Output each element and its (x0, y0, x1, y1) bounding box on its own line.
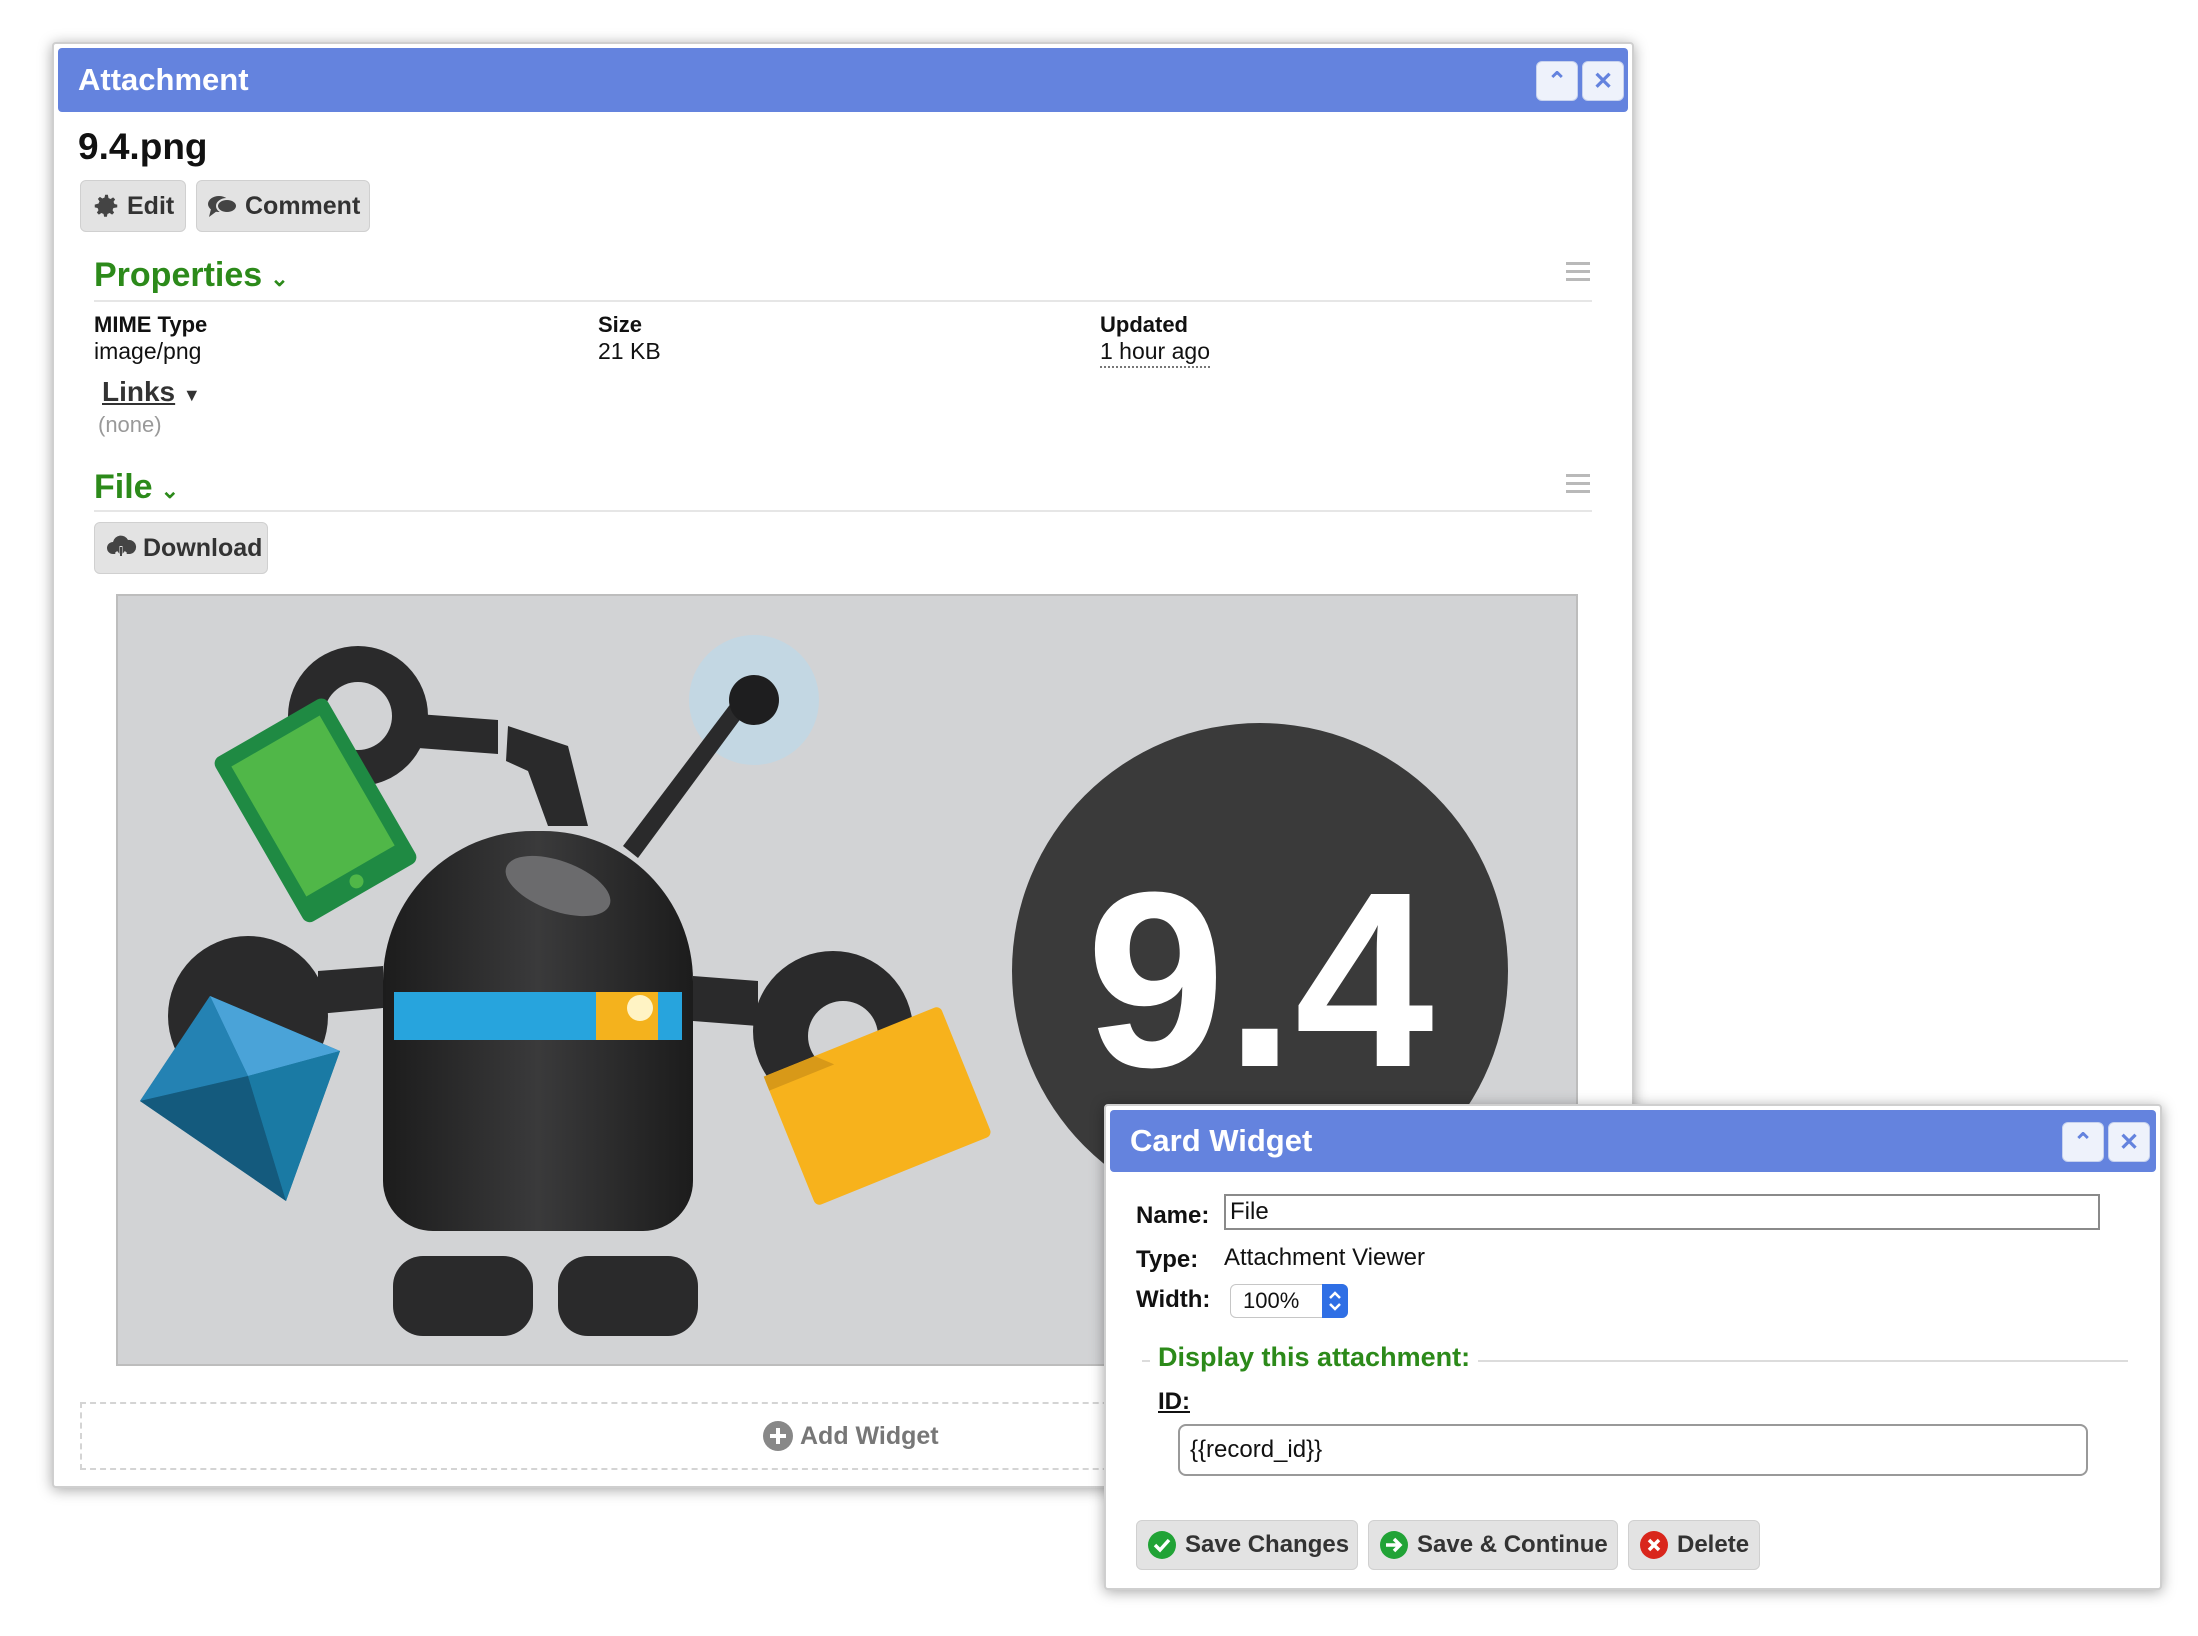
save-continue-button[interactable]: Save & Continue (1368, 1520, 1618, 1570)
gear-icon (91, 191, 121, 221)
id-input-value: {{record_id}} (1190, 1436, 1323, 1463)
collapse-button[interactable]: ⌃ (1536, 61, 1578, 101)
card-collapse-button[interactable]: ⌃ (2062, 1122, 2104, 1162)
width-select-value: 100% (1243, 1288, 1300, 1313)
download-button[interactable]: Download (94, 522, 268, 574)
close-icon: ✕ (2118, 1128, 2140, 1156)
download-label: Download (143, 533, 263, 562)
id-input[interactable]: {{record_id}} (1178, 1424, 2088, 1476)
id-label: ID: (1158, 1388, 1190, 1415)
close-button[interactable]: ✕ (1582, 61, 1624, 101)
properties-menu-icon[interactable] (1566, 262, 1590, 286)
width-select[interactable]: 100% (1230, 1284, 1348, 1318)
file-divider (94, 510, 1592, 512)
fieldset-legend: Display this attachment: (1150, 1342, 1479, 1373)
save-changes-label: Save Changes (1185, 1531, 1350, 1558)
save-continue-label: Save & Continue (1417, 1531, 1608, 1558)
type-label: Type: (1136, 1246, 1199, 1273)
close-icon: ✕ (1592, 67, 1614, 95)
x-circle-icon (1639, 1530, 1669, 1560)
updated-value: 1 hour ago (1100, 338, 1210, 368)
card-widget-title: Card Widget (1130, 1123, 1313, 1158)
delete-label: Delete (1677, 1531, 1750, 1558)
name-input[interactable] (1224, 1194, 2100, 1230)
check-icon (1147, 1530, 1177, 1560)
add-widget-label: Add Widget (800, 1421, 939, 1450)
collapse-icon: ⌃ (2072, 1128, 2094, 1156)
file-heading[interactable]: File ⌄ (94, 468, 179, 507)
arrow-right-icon (1379, 1530, 1409, 1560)
save-changes-button[interactable]: Save Changes (1136, 1520, 1358, 1570)
file-heading-label: File (94, 468, 153, 506)
properties-divider (94, 300, 1592, 302)
card-widget-panel: Card Widget ⌃ ✕ Name: Type: Attachment V… (1104, 1104, 2162, 1590)
links-value: (none) (98, 412, 162, 437)
attachment-title: Attachment (78, 62, 249, 97)
file-menu-icon[interactable] (1566, 474, 1590, 498)
links-toggle[interactable]: Links ▼ (102, 376, 201, 408)
type-value: Attachment Viewer (1224, 1244, 1425, 1271)
attachment-titlebar: Attachment ⌃ ✕ (58, 48, 1628, 112)
select-arrows-icon (1322, 1284, 1348, 1318)
edit-button[interactable]: Edit (80, 180, 186, 232)
size-value: 21 KB (598, 338, 661, 364)
add-widget-button[interactable]: Add Widget (762, 1420, 939, 1452)
plus-circle-icon (762, 1420, 794, 1452)
cloud-download-icon (105, 534, 137, 562)
width-label: Width: (1136, 1286, 1211, 1313)
collapse-icon: ⌃ (1546, 67, 1568, 95)
version-text: 9.4 (1086, 840, 1434, 1119)
card-widget-titlebar: Card Widget ⌃ ✕ (1110, 1110, 2156, 1172)
comment-label: Comment (245, 191, 361, 220)
mime-type-value: image/png (94, 338, 202, 364)
links-label: Links (102, 376, 176, 407)
updated-label: Updated (1100, 312, 1188, 337)
caret-down-icon: ▼ (182, 385, 201, 405)
mime-type-label: MIME Type (94, 312, 208, 337)
delete-button[interactable]: Delete (1628, 1520, 1760, 1570)
file-name: 9.4.png (78, 126, 208, 167)
chevron-down-icon: ⌄ (270, 266, 289, 291)
edit-label: Edit (127, 191, 175, 220)
card-close-button[interactable]: ✕ (2108, 1122, 2150, 1162)
comment-button[interactable]: Comment (196, 180, 370, 232)
size-label: Size (598, 312, 643, 337)
comment-icon (207, 193, 239, 219)
chevron-down-icon: ⌄ (160, 478, 180, 503)
properties-heading[interactable]: Properties ⌄ (94, 256, 289, 295)
name-label: Name: (1136, 1202, 1210, 1229)
properties-heading-label: Properties (94, 256, 263, 294)
